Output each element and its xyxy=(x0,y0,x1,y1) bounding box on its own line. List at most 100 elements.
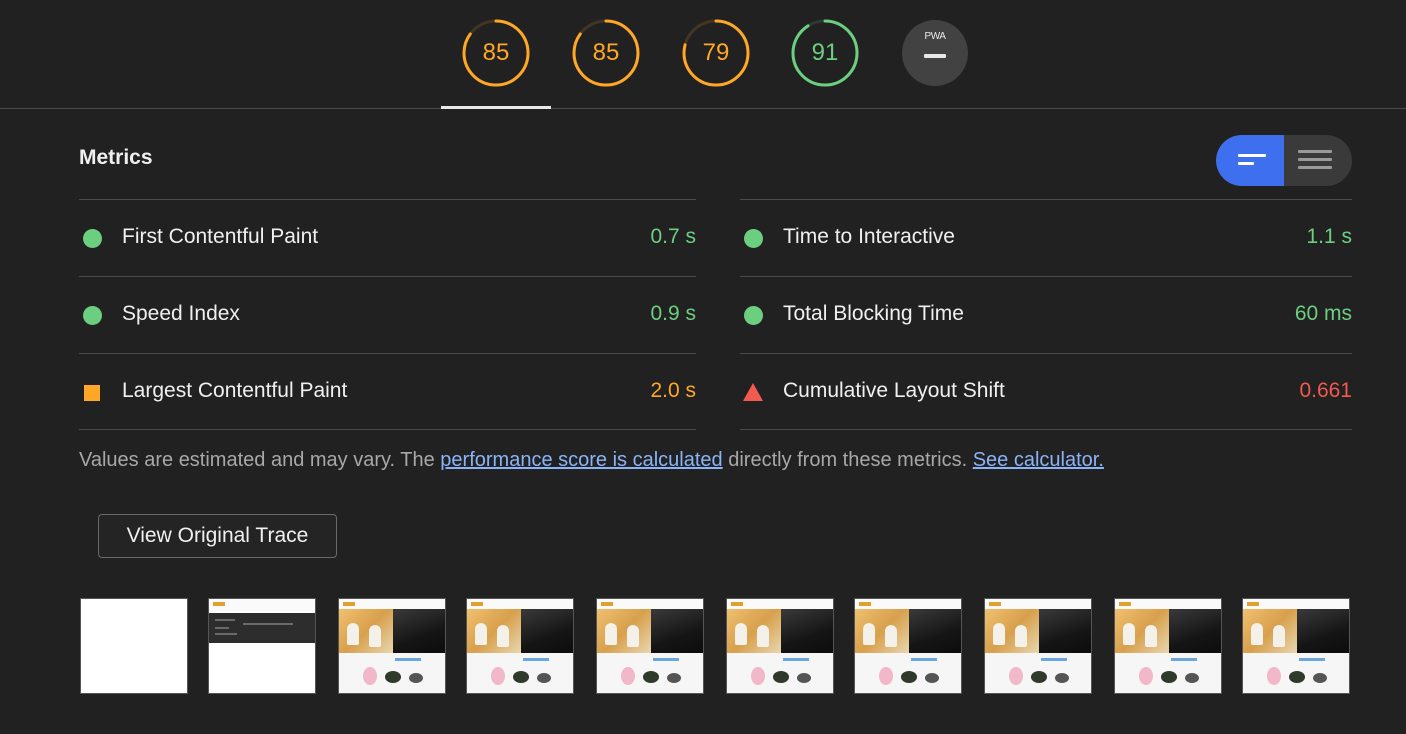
frame-shoe xyxy=(879,667,893,685)
frame-caption xyxy=(653,658,679,661)
frame-shoe xyxy=(1313,673,1327,683)
filmstrip-frame xyxy=(338,598,446,694)
metric-label: Time to Interactive xyxy=(783,225,955,248)
metric-label: Speed Index xyxy=(122,302,240,325)
frame-logo xyxy=(601,602,613,606)
frame-figure xyxy=(369,625,381,647)
frame-caption xyxy=(1299,658,1325,661)
frame-shoe xyxy=(491,667,505,685)
gauge-best-practices[interactable]: 79 xyxy=(681,18,751,88)
frame-logo xyxy=(859,602,871,606)
frame-shoe xyxy=(513,671,529,683)
frame-figure xyxy=(605,623,617,645)
metrics-column-right: Time to Interactive 1.1 s Total Blocking… xyxy=(740,199,1352,430)
frame-shoe xyxy=(925,673,939,683)
frame-caption xyxy=(523,658,549,661)
frame-content xyxy=(467,653,573,693)
frame-shoe xyxy=(773,671,789,683)
score-calculated-link[interactable]: performance score is calculated xyxy=(440,449,722,471)
frame-image xyxy=(1169,609,1221,653)
metrics-heading: Metrics xyxy=(79,146,153,169)
frame-figure xyxy=(1251,623,1263,645)
metric-time-to-interactive: Time to Interactive 1.1 s xyxy=(740,199,1352,276)
frame-caption xyxy=(783,658,809,661)
average-square-icon xyxy=(84,385,100,401)
frame-shoe xyxy=(409,673,423,683)
metric-label: Total Blocking Time xyxy=(783,302,964,325)
metric-value: 2.0 s xyxy=(650,379,696,402)
filmstrip-frame xyxy=(596,598,704,694)
frame-header xyxy=(209,599,315,611)
frame-content xyxy=(597,653,703,693)
frame-content xyxy=(1243,653,1349,693)
category-gauges: 85 85 79 91 PWA xyxy=(0,0,1406,109)
frame-image xyxy=(985,609,1039,653)
summary-view-button[interactable] xyxy=(1216,135,1284,186)
frame-image xyxy=(909,609,961,653)
frame-shoe xyxy=(643,671,659,683)
pass-circle-icon xyxy=(744,306,763,325)
frame-image xyxy=(393,609,445,653)
frame-image xyxy=(1243,609,1297,653)
frame-figure xyxy=(757,625,769,647)
metric-cumulative-layout-shift: Cumulative Layout Shift 0.661 xyxy=(740,353,1352,430)
metric-total-blocking-time: Total Blocking Time 60 ms xyxy=(740,276,1352,353)
frame-figure xyxy=(993,623,1005,645)
frame-figure xyxy=(347,623,359,645)
gauge-pwa[interactable]: PWA xyxy=(902,20,968,86)
frame-content xyxy=(727,653,833,693)
view-original-trace-button[interactable]: View Original Trace xyxy=(98,514,337,558)
metric-value: 0.661 xyxy=(1299,379,1352,402)
frame-line xyxy=(243,623,293,625)
frame-caption xyxy=(1171,658,1197,661)
frame-figure xyxy=(1123,623,1135,645)
gauge-accessibility[interactable]: 85 xyxy=(571,18,641,88)
metrics-column-left: First Contentful Paint 0.7 s Speed Index… xyxy=(79,199,696,430)
frame-image xyxy=(727,609,781,653)
frame-logo xyxy=(213,602,225,606)
frame-shoe xyxy=(385,671,401,683)
pass-circle-icon xyxy=(744,229,763,248)
gauge-score: 91 xyxy=(811,39,839,66)
toggle-line xyxy=(1238,162,1254,165)
gauge-performance[interactable]: 85 xyxy=(461,18,531,88)
frame-logo xyxy=(989,602,1001,606)
frame-image xyxy=(1297,609,1349,653)
metric-value: 0.7 s xyxy=(650,225,696,248)
frame-figure xyxy=(1273,625,1285,647)
frame-shoe xyxy=(1055,673,1069,683)
filmstrip-frame xyxy=(984,598,1092,694)
frame-figure xyxy=(1145,625,1157,647)
frame-logo xyxy=(1247,602,1259,606)
toggle-line xyxy=(1298,150,1332,153)
gauge-score: 79 xyxy=(702,39,730,66)
frame-shoe xyxy=(1139,667,1153,685)
frame-image xyxy=(855,609,909,653)
metric-value: 60 ms xyxy=(1294,302,1352,325)
note-prefix: Values are estimated and may vary. The xyxy=(79,449,441,471)
frame-image xyxy=(781,609,833,653)
frame-content xyxy=(339,653,445,693)
pwa-label: PWA xyxy=(924,31,946,42)
active-gauge-indicator xyxy=(441,106,551,109)
frame-image xyxy=(1039,609,1091,653)
frame-caption xyxy=(395,658,421,661)
frame-caption xyxy=(911,658,937,661)
frame-shoe xyxy=(667,673,681,683)
frame-content xyxy=(985,653,1091,693)
gauge-seo[interactable]: 91 xyxy=(790,18,860,88)
frame-image xyxy=(1115,609,1169,653)
metric-largest-contentful-paint: Largest Contentful Paint 2.0 s xyxy=(79,353,696,430)
metric-first-contentful-paint: First Contentful Paint 0.7 s xyxy=(79,199,696,276)
frame-shoe xyxy=(1009,667,1023,685)
frame-image xyxy=(467,609,521,653)
metrics-view-toggle[interactable] xyxy=(1216,135,1352,186)
detailed-view-button[interactable] xyxy=(1284,135,1352,186)
frame-line xyxy=(215,633,237,635)
metric-value: 0.9 s xyxy=(650,302,696,325)
frame-content xyxy=(855,653,961,693)
frame-figure xyxy=(1015,625,1027,647)
frame-figure xyxy=(475,623,487,645)
see-calculator-link[interactable]: See calculator. xyxy=(973,449,1104,471)
filmstrip-frame xyxy=(1114,598,1222,694)
